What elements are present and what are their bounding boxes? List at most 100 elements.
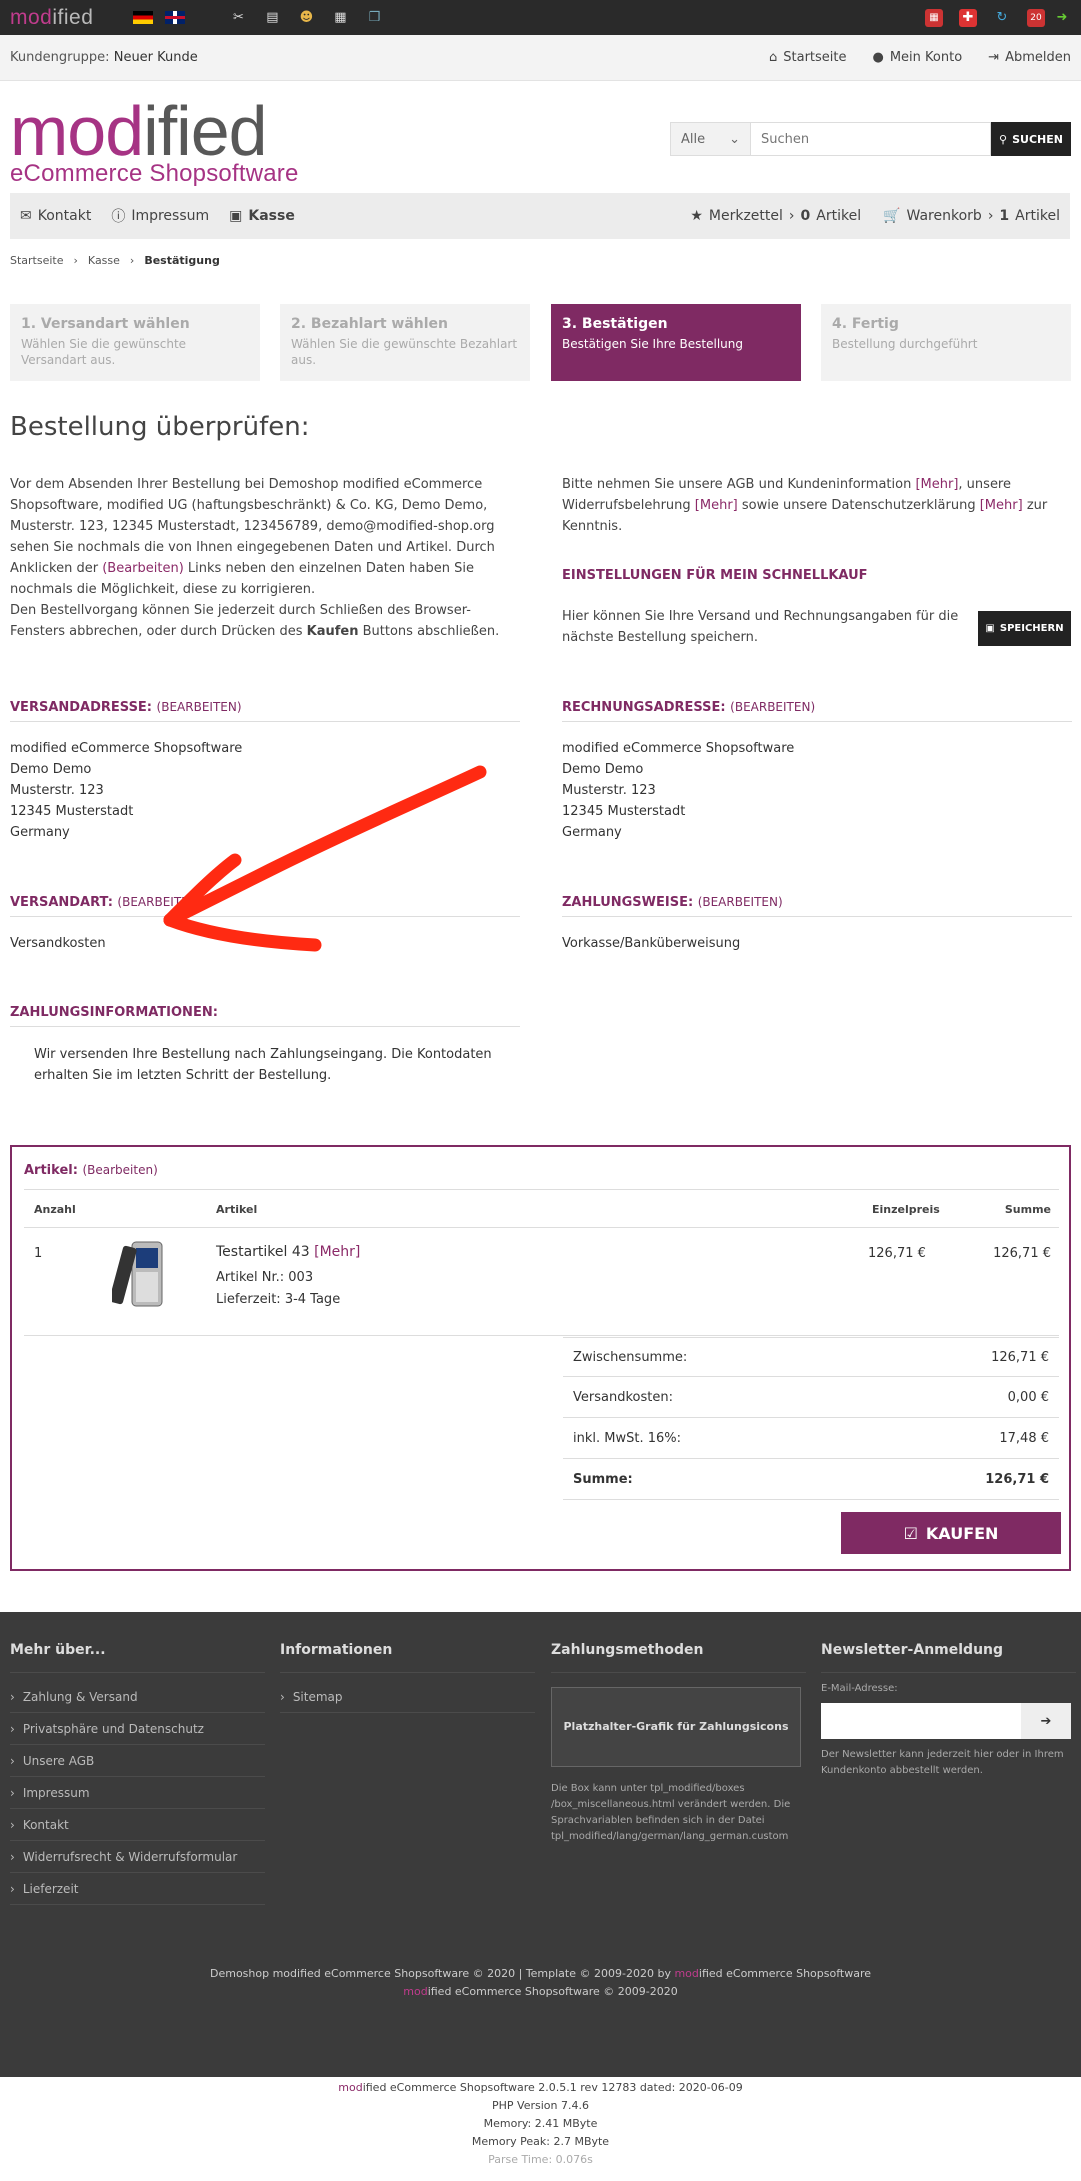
product-more-link[interactable]: [Mehr] — [314, 1244, 360, 1260]
customer-group-bar: Kundengruppe: Neuer Kunde ⌂ Startseite ● M… — [0, 35, 1081, 81]
edit-link[interactable]: (Bearbeiten) — [102, 561, 184, 576]
footer-link[interactable]: › Zahlung & Versand — [10, 1681, 265, 1713]
list-icon[interactable]: ▦ — [331, 9, 349, 27]
step-shipping[interactable]: 1. Versandart wählen Wählen Sie die gewün… — [10, 304, 260, 381]
account-link[interactable]: ● Mein Konto — [873, 50, 963, 65]
calendar-icon[interactable]: ▦ — [925, 8, 943, 27]
contact-link[interactable]: ✉ Kontakt — [20, 208, 91, 224]
logout-admin-icon[interactable]: ➜ — [1053, 9, 1071, 27]
withdrawal-more-link[interactable]: [Mehr] — [695, 498, 738, 513]
footer-copyright: Demoshop modified eCommerce Shopsoftware… — [210, 1967, 871, 1998]
admin-toolbar: modified ✂ ▤ ☻ ▦ ❒ ▦ ✚ ↻ 20 ➜ — [0, 0, 1081, 35]
user-icon: ● — [872, 50, 884, 65]
main-nav: ✉ Kontakt ⓘ Impressum ▣ Kasse ★ Merkzettel › 0… — [10, 193, 1070, 239]
imprint-link[interactable]: ⓘ Impressum — [111, 206, 209, 226]
billing-address-title: Rechnungsadresse: (Bearbeiten) — [562, 700, 1072, 722]
help-icon[interactable]: ✚ — [959, 8, 977, 27]
footer-more-about: Mehr über... › Zahlung & Versand › Privats… — [10, 1642, 265, 1905]
buy-button[interactable]: ☑ KAUFEN — [841, 1512, 1061, 1554]
product-name-link[interactable]: Testartikel 43 — [216, 1244, 310, 1260]
breadcrumb-current: Bestätigung — [144, 254, 220, 267]
home-link[interactable]: ⌂ Startseite — [769, 50, 847, 65]
search-category-select[interactable]: Alle ⌄ — [670, 122, 751, 156]
newsletter-submit-button[interactable]: ➔ — [1021, 1703, 1071, 1739]
breadcrumb-item[interactable]: Kasse — [88, 254, 120, 267]
layers-icon[interactable]: ❒ — [365, 9, 383, 27]
product-image[interactable] — [112, 1240, 170, 1308]
star-icon: ★ — [690, 208, 703, 224]
cart-link[interactable]: 🛒 Warenkorb › 1 Artikel — [883, 208, 1060, 224]
admin-logo[interactable]: modified — [10, 6, 93, 30]
german-flag-icon[interactable] — [133, 11, 154, 24]
privacy-more-link[interactable]: [Mehr] — [980, 498, 1023, 513]
home-icon: ⌂ — [768, 50, 778, 65]
tax-row: inkl. MwSt. 16%: 17,48 € — [563, 1419, 1059, 1459]
step-confirm: 3. Bestätigen Bestätigen Sie Ihre Bestell… — [551, 304, 801, 381]
wishlist-link[interactable]: ★ Merkzettel › 0 Artikel — [690, 208, 861, 224]
english-flag-icon[interactable] — [165, 11, 186, 24]
footer-link[interactable]: › Lieferzeit — [10, 1873, 265, 1905]
save-icon: ▣ — [985, 623, 995, 634]
shipping-row: Versandkosten: 0,00 € — [563, 1378, 1059, 1418]
chevron-right-icon: › — [788, 208, 795, 224]
order-products-box: Artikel: (Bearbeiten) Anzahl Artikel Ein… — [10, 1145, 1071, 1571]
checkout-icon: ▣ — [229, 208, 243, 224]
footer-link[interactable]: › Unsere AGB — [10, 1745, 265, 1777]
customers-icon[interactable]: ☻ — [297, 9, 315, 27]
shop-logo[interactable]: modified eCommerce Shopsoftware — [10, 96, 299, 188]
step-payment[interactable]: 2. Bezahlart wählen Wählen Sie die gewüns… — [280, 304, 530, 381]
payment-method-title: Zahlungsweise: (Bearbeiten) — [562, 895, 1072, 917]
quickbuy-text: Hier können Sie Ihre Versand und Rechnun… — [562, 609, 959, 645]
edit-products-link[interactable]: (Bearbeiten) — [82, 1163, 157, 1177]
step-done: 4. Fertig Bestellung durchgeführt — [821, 304, 1071, 381]
info-icon: ⓘ — [111, 209, 126, 225]
checkbox-icon: ☑ — [903, 1523, 918, 1543]
payment-info: Wir versenden Ihre Bestellung nach Zahlu… — [34, 1047, 492, 1083]
footer-link[interactable]: › Impressum — [10, 1777, 265, 1809]
customer-group: Kundengruppe: Neuer Kunde — [10, 50, 198, 65]
search-bar: Alle⌄ ⚲SUCHEN — [670, 122, 1071, 156]
logout-link[interactable]: ⇥ Abmelden — [988, 50, 1071, 65]
payment-method: Vorkasse/Banküberweisung — [562, 936, 741, 951]
arrow-right-icon: ➔ — [1040, 1713, 1052, 1729]
edit-shipping-address-link[interactable]: (Bearbeiten) — [157, 700, 242, 714]
debug-info: modified eCommerce Shopsoftware 2.0.5.1 … — [338, 2081, 743, 2166]
products-header: Anzahl Artikel Einzelpreis Summe — [24, 1189, 1059, 1228]
search-icon: ⚲ — [999, 132, 1008, 146]
footer-information: Informationen › Sitemap — [280, 1642, 535, 1713]
footer-newsletter: Newsletter-Anmeldung E-Mail-Adresse: ➔ D… — [821, 1642, 1076, 1779]
payment-icons-placeholder: Platzhalter-Grafik für Zahlungsicons — [551, 1687, 801, 1767]
page-title: Bestellung überprüfen: — [10, 412, 310, 442]
agb-more-link[interactable]: [Mehr] — [915, 477, 958, 492]
shipping-address-title: Versandadresse: (Bearbeiten) — [10, 700, 520, 722]
subtotal-row: Zwischensumme: 126,71 € — [563, 1337, 1059, 1377]
footer: Mehr über... › Zahlung & Versand › Privats… — [0, 1612, 1081, 2077]
basket-admin-icon[interactable]: ▤ — [263, 9, 281, 27]
chevron-right-icon: › — [987, 208, 994, 224]
products-title: Artikel: (Bearbeiten) — [24, 1163, 158, 1178]
edit-payment-method-link[interactable]: (Bearbeiten) — [698, 895, 783, 909]
footer-link[interactable]: › Kontakt — [10, 1809, 265, 1841]
quickbuy-title: Einstellungen für mein Schnellkauf — [562, 568, 868, 583]
red-arrow-annotation — [163, 765, 487, 952]
edit-billing-address-link[interactable]: (Bearbeiten) — [730, 700, 815, 714]
logout-icon: ⇥ — [988, 50, 1000, 65]
notification-icon[interactable]: 20 — [1027, 8, 1045, 27]
breadcrumb: Startseite › Kasse › Bestätigung — [10, 254, 220, 267]
tools-icon[interactable]: ✂ — [229, 9, 247, 27]
search-input[interactable] — [751, 122, 991, 156]
breadcrumb-item[interactable]: Startseite — [10, 254, 64, 267]
save-button[interactable]: ▣ SPEICHERN — [978, 611, 1071, 646]
footer-link[interactable]: › Privatsphäre und Datenschutz — [10, 1713, 265, 1745]
footer-link[interactable]: › Sitemap — [280, 1681, 535, 1713]
billing-address: modified eCommerce Shopsoftware Demo Demo… — [562, 741, 795, 840]
refresh-icon[interactable]: ↻ — [993, 9, 1011, 27]
product-row: 1 Testartikel 43 [Mehr] Artikel Nr.: 003… — [24, 1228, 1059, 1336]
newsletter-email-input[interactable] — [821, 1703, 1021, 1739]
footer-link[interactable]: › Widerrufsrecht & Widerrufsformular — [10, 1841, 265, 1873]
total-row: Summe: 126,71 € — [563, 1460, 1059, 1500]
payment-info-title: Zahlungsinformationen: — [10, 1005, 520, 1027]
search-button[interactable]: ⚲ SUCHEN — [991, 122, 1071, 156]
checkout-link[interactable]: ▣ Kasse — [229, 208, 295, 224]
mail-icon: ✉ — [20, 208, 32, 224]
